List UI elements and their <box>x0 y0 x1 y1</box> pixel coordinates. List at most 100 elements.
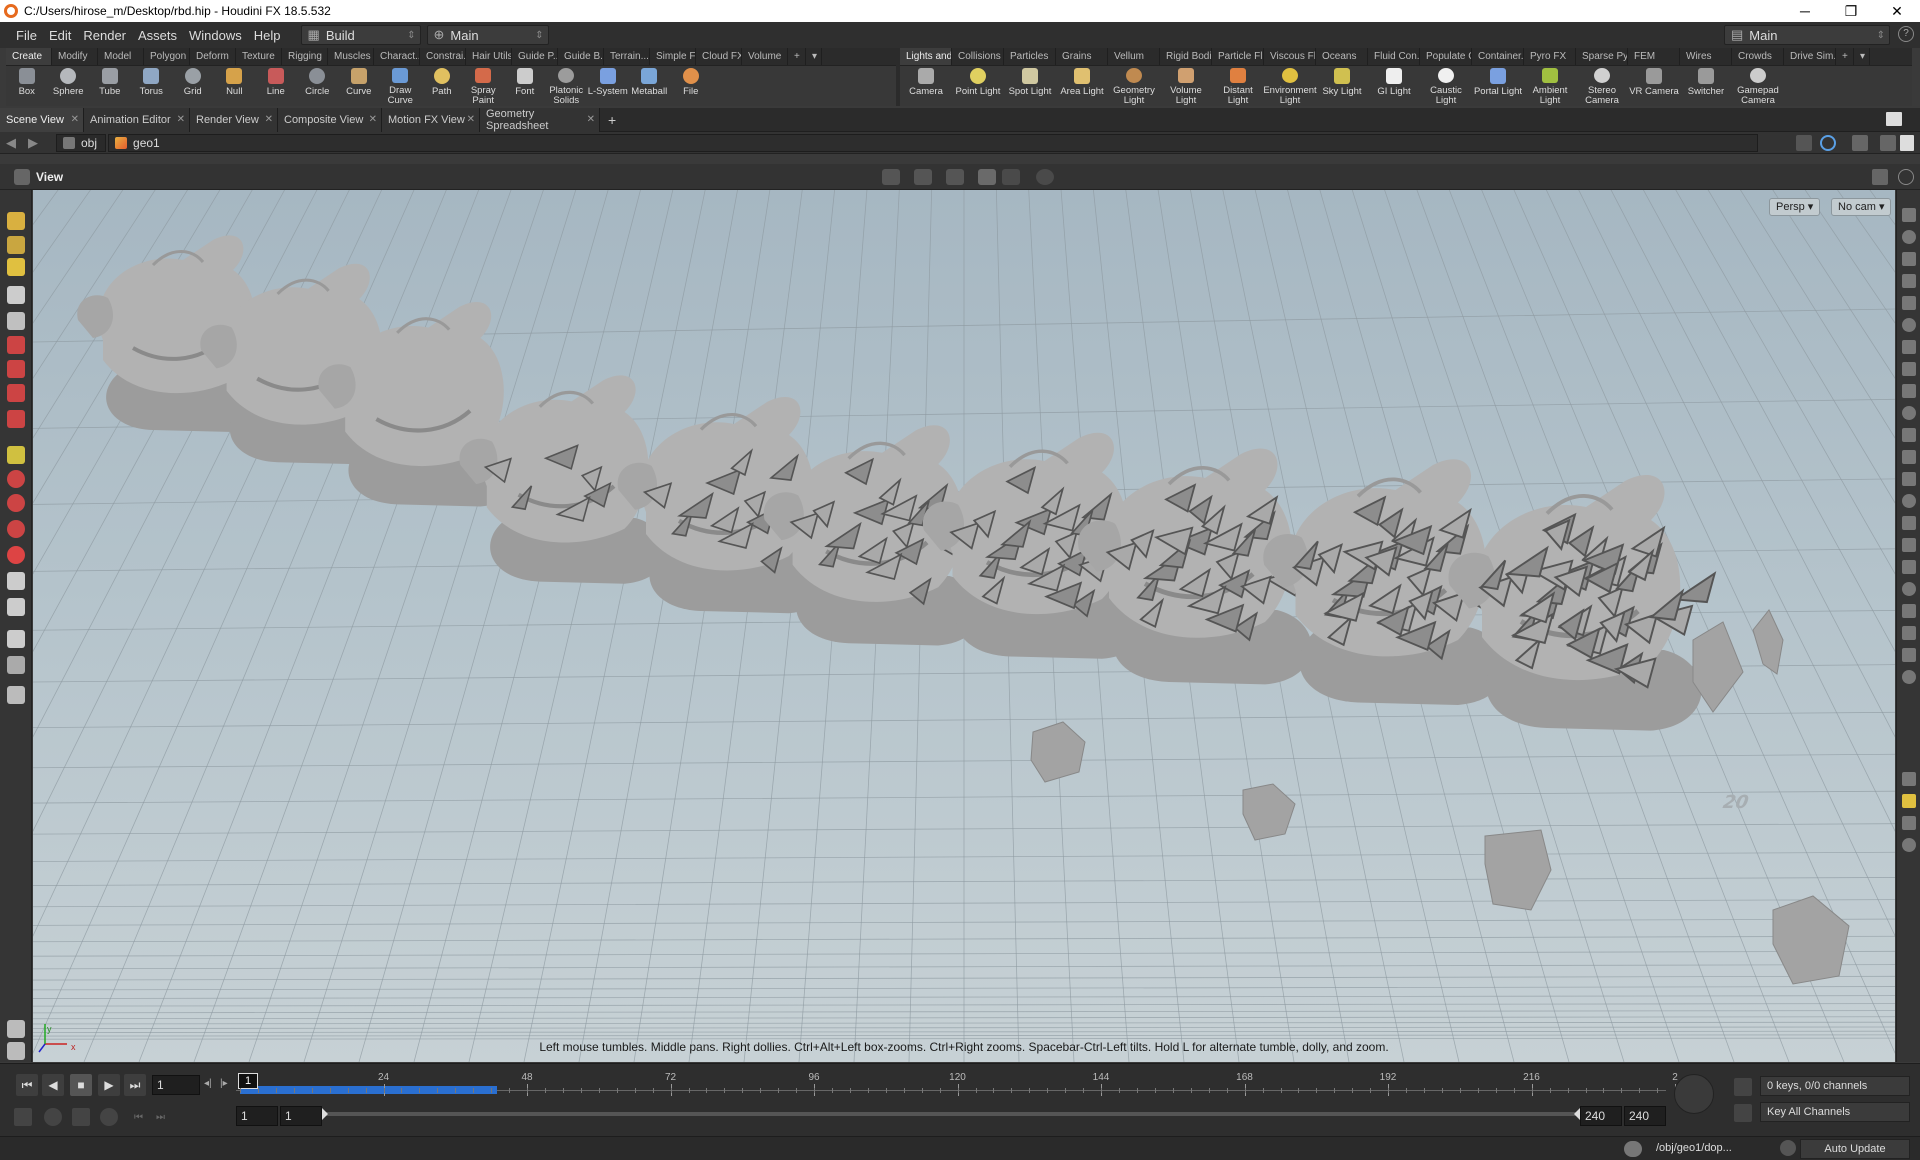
camera-orbit-icon[interactable] <box>7 572 25 590</box>
jump-end-button[interactable]: ⏭ <box>124 1074 146 1096</box>
secure-select-icon[interactable] <box>914 169 932 185</box>
refresh-icon[interactable] <box>1780 1140 1796 1156</box>
menu-assets[interactable]: Assets <box>132 28 183 43</box>
help-icon[interactable]: ? <box>1898 26 1914 42</box>
shelf-tab-deform[interactable]: Deform <box>190 48 236 65</box>
shelf-tab-terrain[interactable]: Terrain... <box>604 48 650 65</box>
perspective-menu[interactable]: Persp ▾ <box>1769 198 1821 216</box>
minimize-button[interactable]: ─ <box>1782 0 1828 22</box>
shelf-tab-cloud-fx[interactable]: Cloud FX <box>696 48 742 65</box>
shelf-tab-pyro-fx[interactable]: Pyro FX <box>1524 48 1576 65</box>
shelf-tab-model[interactable]: Model <box>98 48 144 65</box>
shelf-tab-constrai[interactable]: Constrai... <box>420 48 466 65</box>
playback-start-field[interactable]: 1 <box>280 1106 322 1126</box>
shelf-tab-grains[interactable]: Grains <box>1056 48 1108 65</box>
play-button[interactable]: ▶ <box>98 1074 120 1096</box>
debris-chunk[interactable] <box>1242 783 1296 841</box>
tool-camera[interactable]: Camera <box>900 66 952 106</box>
shelf-tab-wires[interactable]: Wires <box>1680 48 1732 65</box>
display-tool-13-icon[interactable] <box>1902 472 1916 486</box>
select-mode-icon[interactable] <box>882 169 900 185</box>
tool-font[interactable]: Font <box>504 66 546 106</box>
pin-icon[interactable] <box>1796 135 1812 151</box>
auto-update-button[interactable]: Auto Update <box>1800 1139 1910 1159</box>
tool-caustic-light[interactable]: Caustic Light <box>1420 66 1472 106</box>
render-icon[interactable] <box>7 1042 25 1060</box>
pane-tab-render-view[interactable]: Render View ✕ <box>190 107 278 132</box>
range-start-field[interactable]: 1 <box>236 1106 278 1126</box>
close-tab-icon[interactable]: ✕ <box>467 114 475 125</box>
tool-null[interactable]: Null <box>214 66 256 106</box>
tool-sky-light[interactable]: Sky Light <box>1316 66 1368 106</box>
debris-chunk[interactable] <box>1030 721 1086 783</box>
audio-icon[interactable] <box>44 1108 62 1126</box>
close-tab-icon[interactable]: ✕ <box>71 114 79 125</box>
pane-menu-icon[interactable] <box>1886 112 1902 126</box>
shelf-tab-sparse-pyr[interactable]: Sparse Pyr... <box>1576 48 1628 65</box>
realtime-icon[interactable] <box>14 1108 32 1126</box>
transform-icon[interactable] <box>946 169 964 185</box>
tab-menu-icon[interactable]: ▾ <box>1854 48 1870 65</box>
menu-render[interactable]: Render <box>77 28 132 43</box>
shelf-tab-create[interactable]: Create <box>6 48 52 65</box>
shelf-tab-particle-fl[interactable]: Particle Fl... <box>1212 48 1264 65</box>
display-tool-7-icon[interactable] <box>1902 340 1916 354</box>
display-tool-10-icon[interactable] <box>1902 406 1916 420</box>
pig-head-mesh[interactable] <box>1448 475 1717 731</box>
menu-edit[interactable]: Edit <box>43 28 77 43</box>
display-tool-4-icon[interactable] <box>1902 274 1916 288</box>
tool-point-light[interactable]: Point Light <box>952 66 1004 106</box>
handle-icon[interactable] <box>1002 169 1020 185</box>
shelf-tab-populate-c[interactable]: Populate C... <box>1420 48 1472 65</box>
back-icon[interactable]: ◀ <box>0 135 22 151</box>
jump-start-button[interactable]: ⏮ <box>16 1074 38 1096</box>
shelf-tab-simple-fx[interactable]: Simple FX <box>650 48 696 65</box>
keys-channels-field[interactable]: 0 keys, 0/0 channels <box>1760 1076 1910 1096</box>
tool-file[interactable]: File <box>670 66 712 106</box>
tool-switcher[interactable]: Switcher <box>1680 66 1732 106</box>
layout-icon[interactable] <box>1852 135 1868 151</box>
camera-dolly-icon[interactable] <box>7 598 25 616</box>
display-tool-9-icon[interactable] <box>1902 384 1916 398</box>
close-button[interactable]: ✕ <box>1874 0 1920 22</box>
sculpt-icon[interactable] <box>7 258 25 276</box>
pane-tab-composite-view[interactable]: Composite View ✕ <box>278 107 382 132</box>
display-tool-12-icon[interactable] <box>1902 450 1916 464</box>
shelf-tab-collisions[interactable]: Collisions <box>952 48 1004 65</box>
display-tool-26-icon[interactable] <box>1902 838 1916 852</box>
tool-grid[interactable]: Grid <box>172 66 214 106</box>
range-end-jump-icon[interactable]: ⏭ <box>156 1112 165 1123</box>
tool-distant-light[interactable]: Distant Light <box>1212 66 1264 106</box>
frame-ruler[interactable]: 1 24 48 72 96 120 144 168 192 216 2 <box>236 1070 1678 1106</box>
display-options-icon[interactable] <box>1872 169 1888 185</box>
tool-portal-light[interactable]: Portal Light <box>1472 66 1524 106</box>
tool-torus[interactable]: Torus <box>131 66 173 106</box>
current-frame-field[interactable]: 1 <box>152 1075 200 1095</box>
tool-spray-paint[interactable]: Spray Paint <box>463 66 505 106</box>
display-tool-15-icon[interactable] <box>1902 516 1916 530</box>
secure-icon[interactable] <box>7 312 25 330</box>
frame-marker[interactable]: 1 <box>238 1073 258 1089</box>
tool-circle[interactable]: Circle <box>297 66 339 106</box>
playback-end-field[interactable]: 240 <box>1580 1106 1622 1126</box>
shelf-tab-fem[interactable]: FEM <box>1628 48 1680 65</box>
snap-icon[interactable] <box>7 546 25 564</box>
desktop-build-select[interactable]: ▦ Build ⇕ <box>300 25 421 45</box>
pane-tab-geometry-spreadsheet[interactable]: Geometry Spreadsheet ✕ <box>480 107 600 132</box>
add-tab-icon[interactable]: + <box>788 48 806 65</box>
channel-filter-icon[interactable] <box>1734 1104 1752 1122</box>
display-tool-16-icon[interactable] <box>1902 538 1916 552</box>
bone-icon[interactable] <box>7 410 25 428</box>
right-desktop-select[interactable]: ▤ Main ⇕ <box>1724 25 1890 45</box>
tool-draw-curve[interactable]: Draw Curve <box>380 66 422 106</box>
view-tool-icon[interactable] <box>14 169 30 185</box>
paint-icon[interactable] <box>7 236 25 254</box>
display-tool-20-icon[interactable] <box>1902 626 1916 640</box>
step-back-button[interactable]: ◀ <box>42 1074 64 1096</box>
link-icon[interactable] <box>1820 135 1836 151</box>
shelf-tab-rigging[interactable]: Rigging <box>282 48 328 65</box>
tool-volume-light[interactable]: Volume Light <box>1160 66 1212 106</box>
viewer-help-icon[interactable] <box>1898 169 1914 185</box>
key-icon[interactable] <box>1674 1074 1714 1114</box>
debris-chunk[interactable] <box>1484 829 1552 911</box>
